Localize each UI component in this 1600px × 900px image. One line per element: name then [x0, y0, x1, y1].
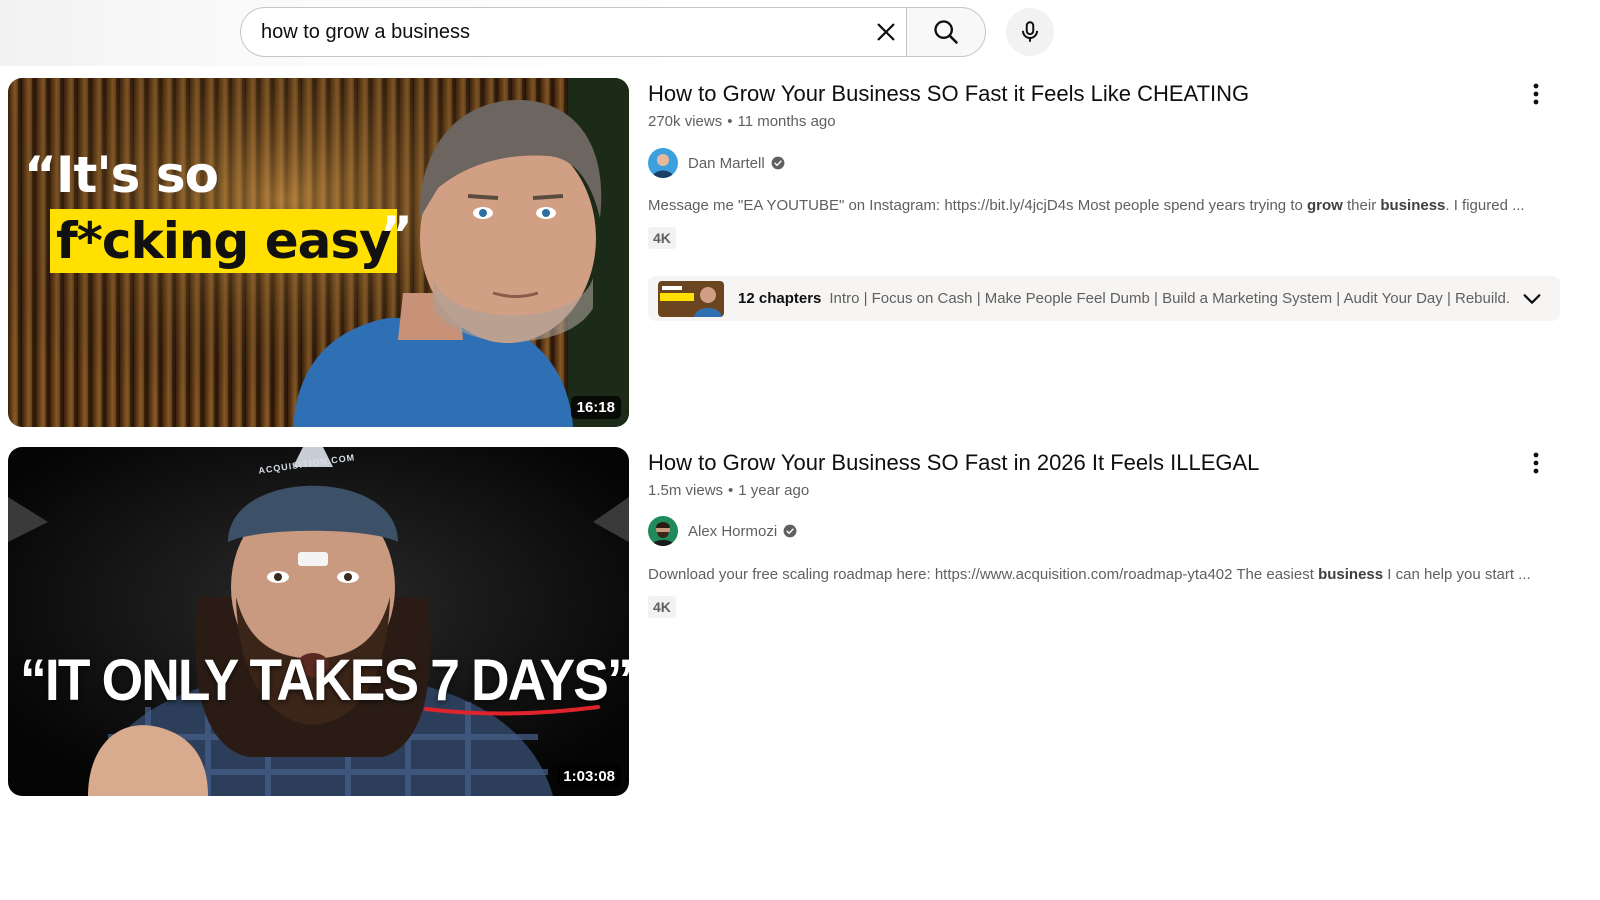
thumbnail-caption-quote: ”: [380, 206, 413, 264]
view-count: 1.5m views: [648, 482, 724, 499]
video-title[interactable]: How to Grow Your Business SO Fast in 202…: [648, 448, 1548, 478]
top-bar: [0, 0, 1600, 66]
voice-search-button[interactable]: [1006, 8, 1054, 56]
expand-chapters-button[interactable]: [1518, 285, 1546, 313]
description-highlight: business: [1318, 566, 1384, 583]
thumbnail-caption-line-2: f*cking easy: [50, 209, 397, 273]
search-icon: [934, 20, 958, 44]
verified-badge-icon: [783, 524, 797, 538]
description-highlight: grow: [1307, 197, 1343, 214]
chapter-count: 12 chapters: [738, 290, 822, 307]
verified-badge-icon: [771, 156, 785, 170]
thumbnail-image: [8, 447, 629, 796]
video-title[interactable]: How to Grow Your Business SO Fast it Fee…: [648, 79, 1548, 109]
more-actions-button[interactable]: [1520, 78, 1552, 110]
description-text: Download your free scaling roadmap here:…: [648, 566, 1319, 583]
quality-badge: 4K: [648, 596, 676, 618]
video-duration: 1:03:08: [557, 765, 621, 788]
video-thumbnail[interactable]: ACQUISITION.COM “IT ONLY TAKES 7 DAYS” 1…: [8, 447, 629, 796]
chapters-bar[interactable]: 12 chapters Intro | Focus on Cash | Make…: [648, 276, 1560, 321]
more-vertical-icon: [1533, 83, 1539, 105]
video-description: Message me "EA YOUTUBE" on Instagram: ht…: [648, 197, 1548, 214]
description-text: I can help you start ...: [1383, 566, 1531, 583]
thumbnail-caption-line-1: “It's so: [24, 146, 219, 204]
channel-name[interactable]: Dan Martell: [688, 155, 765, 172]
chapter-list: Intro | Focus on Cash | Make People Feel…: [829, 290, 1510, 307]
video-thumbnail[interactable]: “It's so f*cking easy ” 16:18: [8, 78, 629, 427]
thumbnail-caption: “IT ONLY TAKES 7 DAYS”: [20, 648, 629, 713]
channel-name[interactable]: Alex Hormozi: [688, 523, 777, 540]
channel-link[interactable]: Dan Martell: [648, 147, 1548, 179]
video-duration: 16:18: [570, 396, 621, 419]
description-highlight: business: [1380, 197, 1446, 214]
video-meta: 270k views • 11 months ago: [648, 113, 1548, 130]
clear-search-button[interactable]: [866, 12, 906, 52]
quality-badge: 4K: [648, 227, 676, 249]
meta-separator: •: [728, 482, 734, 499]
search-input[interactable]: [261, 8, 851, 56]
search-button[interactable]: [906, 7, 986, 57]
video-meta: 1.5m views • 1 year ago: [648, 482, 1548, 499]
more-actions-button[interactable]: [1520, 447, 1552, 479]
channel-avatar[interactable]: [648, 148, 678, 178]
video-description: Download your free scaling roadmap here:…: [648, 566, 1548, 583]
channel-link[interactable]: Alex Hormozi: [648, 515, 1548, 547]
close-icon: [877, 23, 895, 41]
more-vertical-icon: [1533, 452, 1539, 474]
view-count: 270k views: [648, 113, 723, 130]
channel-avatar[interactable]: [648, 516, 678, 546]
description-text: their: [1342, 197, 1381, 214]
search-box[interactable]: [240, 7, 908, 57]
description-text: Message me "EA YOUTUBE" on Instagram: ht…: [648, 197, 1307, 214]
description-text: . I figured ...: [1445, 197, 1525, 214]
meta-separator: •: [727, 113, 733, 130]
upload-age: 11 months ago: [737, 113, 836, 130]
video-info: How to Grow Your Business SO Fast it Fee…: [648, 78, 1548, 249]
upload-age: 1 year ago: [738, 482, 810, 499]
microphone-icon: [1021, 21, 1039, 42]
chevron-down-icon: [1523, 294, 1541, 304]
video-info: How to Grow Your Business SO Fast in 202…: [648, 447, 1548, 618]
chapter-thumbnail: [658, 280, 724, 317]
